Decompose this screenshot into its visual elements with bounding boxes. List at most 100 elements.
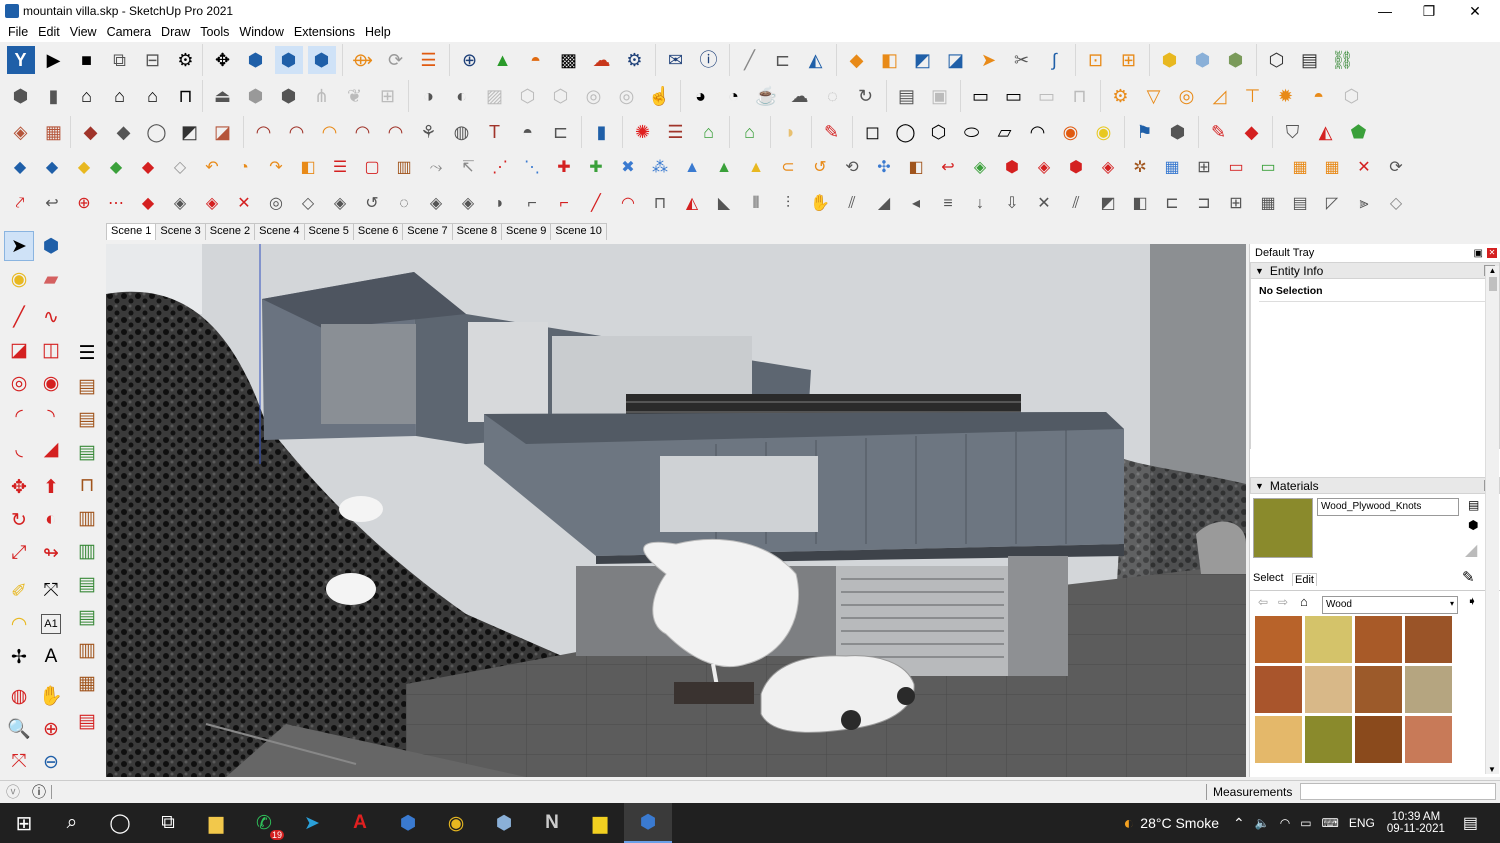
scroll-down-icon[interactable]: ▼ (1486, 765, 1498, 774)
material-editor-icon[interactable]: ◈ (7, 118, 35, 146)
yellow-shape-icon[interactable]: ◉ (1090, 118, 1118, 146)
eyedropper-icon[interactable]: ✎ (1462, 568, 1475, 586)
book-icon[interactable]: ▮ (588, 118, 616, 146)
row4-tool-31-icon[interactable]: ◈ (967, 154, 993, 182)
scale-icon[interactable]: ⊡ (1082, 46, 1110, 74)
row4-tool-5-icon[interactable]: ◆ (135, 154, 161, 182)
row5-tool-18-icon[interactable]: ⌐ (551, 190, 577, 218)
follow-icon[interactable]: ➤ (975, 46, 1003, 74)
row4-tool-33-icon[interactable]: ◈ (1031, 154, 1057, 182)
top-view-icon[interactable]: ⬢ (275, 82, 303, 110)
scroll-up-icon[interactable]: ▲ (1486, 266, 1499, 275)
telegram-icon[interactable]: ➤ (288, 803, 336, 843)
row5-tool-28-icon[interactable]: ◢ (871, 190, 897, 218)
tray-scrollbar[interactable]: ▲ ▼ (1485, 266, 1499, 774)
clip-icon[interactable]: ⊏ (547, 118, 575, 146)
info-icon[interactable]: ⓘ (695, 46, 723, 74)
sphere-2-icon[interactable]: ◎ (613, 82, 641, 110)
row4-tool-7-icon[interactable]: ↶ (199, 154, 225, 182)
scene-tab[interactable]: Scene 6 (352, 223, 404, 240)
row4-tool-17-icon[interactable]: ⋱ (519, 154, 545, 182)
shape-yellow-icon[interactable]: ◗ (777, 118, 805, 146)
stairs-4-icon[interactable]: ▤ (72, 437, 102, 467)
row5-tool-12-icon[interactable]: ↺ (359, 190, 385, 218)
search-icon[interactable]: ⌕ (48, 803, 96, 843)
home-icon[interactable]: ⌂ (1300, 594, 1308, 609)
row4-tool-9-icon[interactable]: ↷ (263, 154, 289, 182)
menu-camera[interactable]: Camera (102, 25, 156, 39)
stairs-tool-icon[interactable]: ☰ (72, 338, 102, 368)
row4-tool-23-icon[interactable]: ▲ (711, 154, 737, 182)
chevron-up-icon[interactable]: ⌃ (1233, 815, 1245, 832)
surface-4-icon[interactable]: ◠ (349, 118, 377, 146)
orange-shape-icon[interactable]: ◉ (1057, 118, 1085, 146)
dome-render-icon[interactable]: ◓ (514, 118, 542, 146)
line-tool-icon[interactable]: ╱ (4, 302, 34, 332)
shapes-multi-icon[interactable]: ◭ (1312, 118, 1340, 146)
window-3-icon[interactable]: ▭ (1033, 82, 1061, 110)
row5-tool-21-icon[interactable]: ⊓ (647, 190, 673, 218)
push-pull-icon[interactable]: ⬆ (36, 472, 66, 502)
3d-text-icon[interactable]: A (36, 642, 66, 672)
zoom-icon[interactable]: ⬢ (274, 46, 303, 74)
geo-location-icon[interactable]: ⓥ (6, 782, 20, 802)
red-eraser-icon[interactable]: ◆ (1238, 118, 1266, 146)
weather-text[interactable]: 28°C Smoke (1140, 815, 1219, 831)
stairs-5-icon[interactable]: ⊓ (72, 470, 102, 500)
cursor-shape-icon[interactable]: ⬢ (1164, 118, 1192, 146)
walk-icon[interactable]: ⬢ (307, 46, 336, 74)
arc-tool-icon[interactable]: ◜ (4, 401, 34, 431)
hand-icon[interactable]: ☝ (646, 82, 674, 110)
minimize-button[interactable]: — (1362, 0, 1408, 22)
curve-icon[interactable]: ∫ (1041, 46, 1069, 74)
sun-icon[interactable]: ◓ (522, 46, 550, 74)
row5-tool-1-icon[interactable]: ⤤ (7, 190, 33, 218)
dimension-tool-icon[interactable]: ⤧ (36, 576, 66, 606)
eraser-icon[interactable]: ◆ (843, 46, 871, 74)
select-tool-icon[interactable]: ➤ (4, 231, 34, 261)
previous-view-icon[interactable]: ⊖ (36, 747, 66, 777)
tape-measure-icon[interactable]: ✐ (4, 576, 34, 606)
link-icon[interactable]: ⛓ (1329, 46, 1357, 74)
sticky-notes-icon[interactable]: ▆ (576, 803, 624, 843)
styles-icon[interactable]: ⬢ (7, 82, 35, 110)
row5-tool-24-icon[interactable]: ⫴ (743, 190, 769, 218)
cortana-icon[interactable]: ◯ (96, 803, 144, 843)
start-button[interactable]: ⊞ (0, 803, 48, 843)
sketchup-active-icon[interactable]: ⬢ (624, 803, 672, 843)
row4-tool-1-icon[interactable]: ◆ (7, 154, 33, 182)
render-interactive-icon[interactable]: ◪ (209, 118, 237, 146)
swirl-2-icon[interactable]: ◔ (720, 82, 748, 110)
pie-tool-icon[interactable]: ◢ (36, 434, 66, 464)
teapot-icon[interactable]: ☕ (753, 82, 781, 110)
row4-tool-30-icon[interactable]: ↩ (935, 154, 961, 182)
settings-icon[interactable]: ⚙ (172, 46, 200, 74)
details-arrow-icon[interactable]: ➧ (1467, 594, 1477, 608)
box-shape-icon[interactable]: ◻ (859, 118, 887, 146)
surface-3-icon[interactable]: ◠ (316, 118, 344, 146)
box-icon[interactable]: ◧ (876, 46, 904, 74)
cube-outline-icon[interactable]: ⬡ (514, 82, 542, 110)
row5-tool-40-icon[interactable]: ▦ (1255, 190, 1281, 218)
scene-tab[interactable]: Scene 7 (402, 223, 453, 240)
dimension-icon[interactable]: ⊏ (769, 46, 797, 74)
cloud-icon[interactable]: ☁ (588, 46, 616, 74)
row4-tool-36-icon[interactable]: ✲ (1127, 154, 1153, 182)
railing-3-icon[interactable]: ▤ (72, 569, 102, 599)
menu-draw[interactable]: Draw (156, 25, 195, 39)
row5-tool-2-icon[interactable]: ↩ (39, 190, 65, 218)
two-point-arc-icon[interactable]: ◝ (36, 401, 66, 431)
row4-tool-11-icon[interactable]: ☰ (327, 154, 353, 182)
arrow-icon[interactable]: ◪ (942, 46, 970, 74)
row4-tool-32-icon[interactable]: ⬢ (999, 154, 1025, 182)
row5-tool-22-icon[interactable]: ◭ (679, 190, 705, 218)
mesh-light-icon[interactable]: ⬡ (1338, 82, 1366, 110)
row5-tool-38-icon[interactable]: ⊐ (1191, 190, 1217, 218)
intersect-icon[interactable]: ◑ (415, 82, 443, 110)
parallelogram-icon[interactable]: ▱ (991, 118, 1019, 146)
material-swatch[interactable] (1255, 616, 1302, 663)
cloud-shape-icon[interactable]: ☁ (786, 82, 814, 110)
row4-tool-20-icon[interactable]: ✖ (615, 154, 641, 182)
pattern-icon[interactable]: ▨ (481, 82, 509, 110)
freehand-tool-icon[interactable]: ∿ (36, 302, 66, 332)
